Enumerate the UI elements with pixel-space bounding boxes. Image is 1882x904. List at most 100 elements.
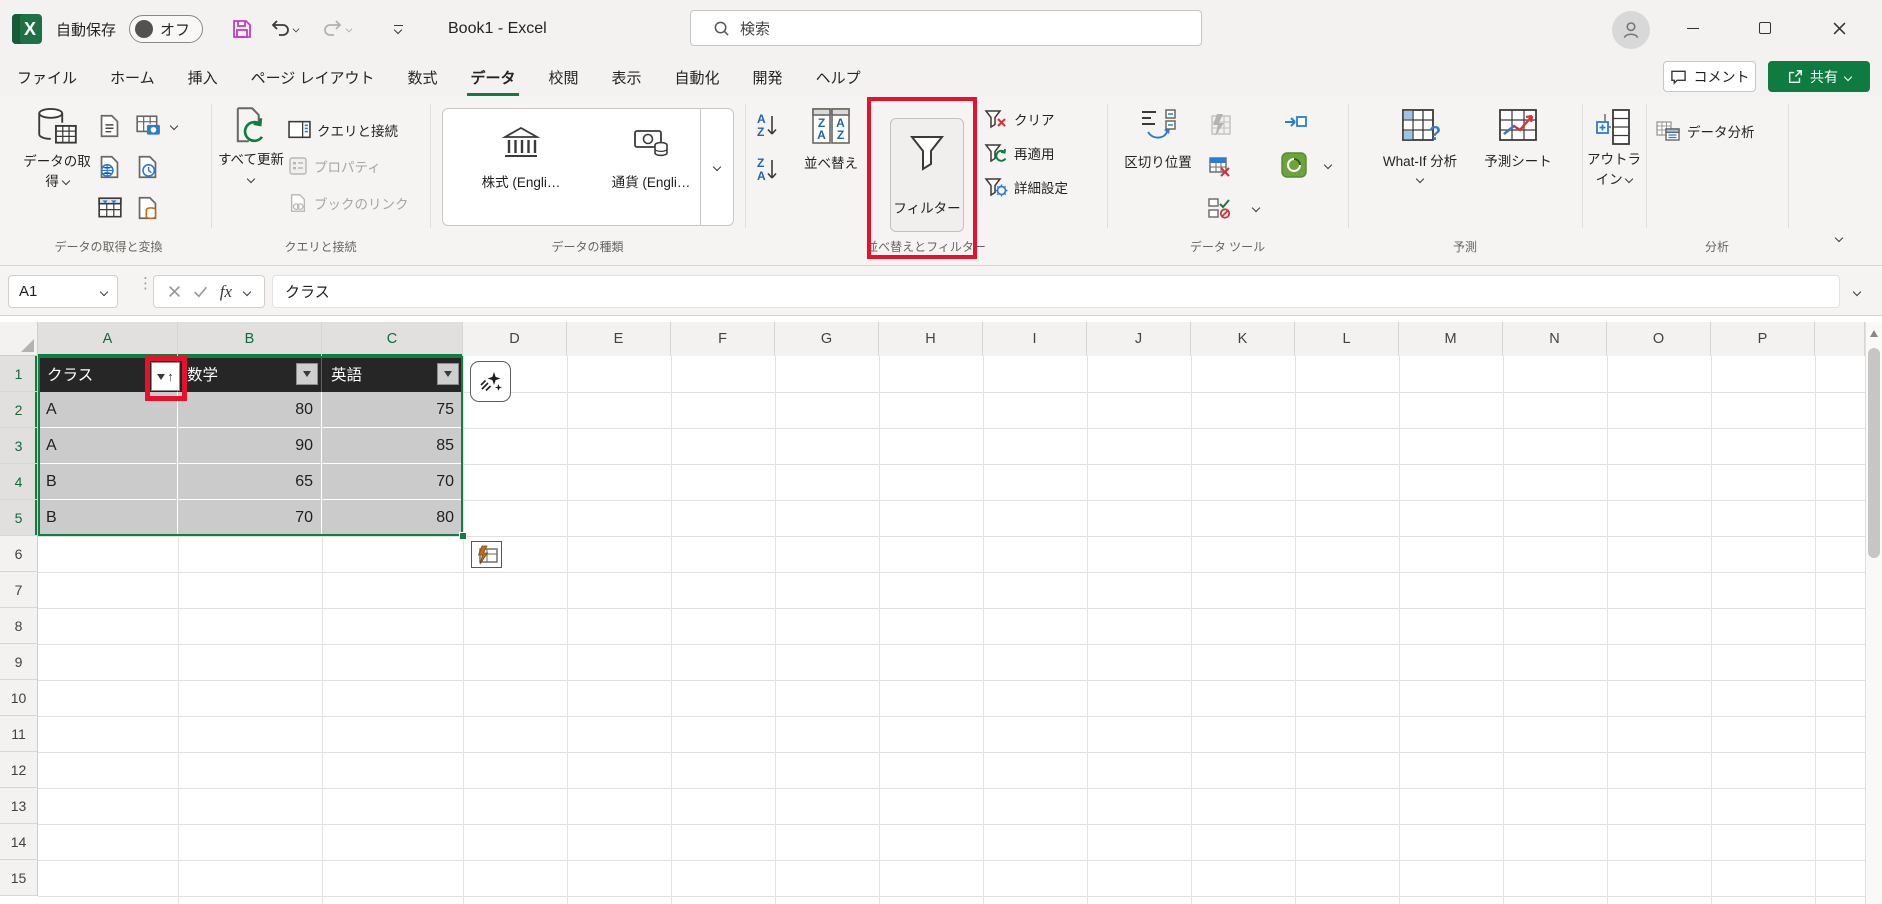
- undo-button[interactable]: [263, 15, 305, 43]
- cell-B2[interactable]: 80: [178, 392, 322, 428]
- name-box[interactable]: A1: [8, 275, 118, 308]
- row-header-8[interactable]: 8: [0, 608, 38, 644]
- column-header-C[interactable]: C: [322, 322, 463, 356]
- row-header-9[interactable]: 9: [0, 644, 38, 680]
- workbook-links-button[interactable]: ブックのリンク: [288, 192, 409, 214]
- share-button[interactable]: 共有: [1768, 61, 1870, 92]
- column-header-P[interactable]: P: [1711, 322, 1815, 356]
- tab-開発[interactable]: 開発: [750, 58, 786, 96]
- row-header-13[interactable]: 13: [0, 788, 38, 824]
- clear-filter-button[interactable]: クリア: [984, 108, 1055, 130]
- column-header-N[interactable]: N: [1503, 322, 1607, 356]
- cell-C5[interactable]: 80: [322, 500, 463, 536]
- recent-sources-button[interactable]: [135, 154, 160, 180]
- stocks-data-type[interactable]: 株式 (Engli…: [461, 123, 581, 191]
- tab-校閲[interactable]: 校閲: [546, 58, 582, 96]
- cell-B4[interactable]: 65: [178, 464, 322, 500]
- forecast-sheet-button[interactable]: 予測シート: [1482, 106, 1554, 172]
- get-data-button[interactable]: データの取得: [20, 104, 94, 191]
- column-header-H[interactable]: H: [879, 322, 983, 356]
- row-header-10[interactable]: 10: [0, 680, 38, 716]
- text-to-columns-button[interactable]: 区切り位置: [1116, 106, 1200, 173]
- row-header-5[interactable]: 5: [0, 500, 38, 536]
- currency-data-type[interactable]: 通貨 (Engli…: [591, 123, 711, 191]
- customize-quick-access-button[interactable]: [383, 15, 413, 43]
- cell-B3[interactable]: 90: [178, 428, 322, 464]
- tab-ヘルプ[interactable]: ヘルプ: [813, 58, 864, 96]
- vertical-scrollbar[interactable]: [1865, 322, 1882, 904]
- select-all-corner[interactable]: [0, 322, 38, 356]
- filter-dropdown-B1[interactable]: [296, 363, 318, 385]
- tab-データ[interactable]: データ: [467, 58, 518, 96]
- minimize-button[interactable]: [1670, 0, 1716, 56]
- confirm-entry-icon[interactable]: [193, 285, 208, 298]
- row-header-12[interactable]: 12: [0, 752, 38, 788]
- tab-数式[interactable]: 数式: [404, 58, 440, 96]
- insert-function-icon[interactable]: fx: [220, 282, 232, 302]
- column-header-G[interactable]: G: [775, 322, 879, 356]
- autosave-toggle[interactable]: オフ: [129, 0, 203, 58]
- cell-A3[interactable]: A: [38, 428, 178, 464]
- excel-app-icon[interactable]: X: [12, 14, 42, 44]
- sort-ascending-button[interactable]: AZ: [757, 110, 791, 142]
- tab-ページ レイアウト[interactable]: ページ レイアウト: [248, 58, 378, 96]
- analyze-selection-button[interactable]: [470, 361, 511, 402]
- column-header-I[interactable]: I: [983, 322, 1087, 356]
- data-validation-button[interactable]: [1207, 196, 1259, 220]
- column-header-K[interactable]: K: [1191, 322, 1295, 356]
- cell-A4[interactable]: B: [38, 464, 178, 500]
- cell-C4[interactable]: 70: [322, 464, 463, 500]
- remove-duplicates-button[interactable]: [1207, 154, 1233, 180]
- comments-button[interactable]: コメント: [1663, 61, 1756, 92]
- from-picture-button[interactable]: [135, 113, 177, 139]
- column-header-O[interactable]: O: [1607, 322, 1711, 356]
- close-button[interactable]: [1816, 0, 1862, 56]
- quick-analysis-button[interactable]: [471, 541, 502, 568]
- formula-bar-splitter[interactable]: ⋮: [138, 280, 153, 287]
- advanced-filter-button[interactable]: 詳細設定: [984, 176, 1068, 198]
- column-header-F[interactable]: F: [671, 322, 775, 356]
- row-header-3[interactable]: 3: [0, 428, 38, 464]
- scrollbar-thumb[interactable]: [1868, 348, 1880, 558]
- cell-B5[interactable]: 70: [178, 500, 322, 536]
- from-text-csv-button[interactable]: [97, 113, 122, 139]
- manage-data-model-button[interactable]: [1279, 150, 1331, 180]
- scroll-up-icon[interactable]: [1870, 330, 1878, 337]
- row-header-7[interactable]: 7: [0, 572, 38, 608]
- column-header-M[interactable]: M: [1399, 322, 1503, 356]
- sort-button[interactable]: ZAAZ 並べ替え: [798, 106, 864, 174]
- outline-button[interactable]: アウトライン: [1586, 106, 1642, 189]
- existing-connections-button[interactable]: [135, 195, 160, 221]
- reapply-filter-button[interactable]: 再適用: [984, 142, 1055, 164]
- column-header-J[interactable]: J: [1087, 322, 1191, 356]
- refresh-all-button[interactable]: すべて更新: [218, 104, 284, 189]
- column-header-B[interactable]: B: [178, 322, 322, 356]
- cell-C3[interactable]: 85: [322, 428, 463, 464]
- search-input[interactable]: 検索: [690, 10, 1202, 46]
- data-analysis-button[interactable]: データ分析: [1656, 120, 1755, 142]
- filter-dropdown-C1[interactable]: [437, 363, 459, 385]
- maximize-button[interactable]: [1742, 0, 1788, 56]
- flash-fill-button[interactable]: [1207, 112, 1233, 138]
- tab-ホーム[interactable]: ホーム: [107, 58, 158, 96]
- from-web-button[interactable]: [97, 154, 122, 180]
- cell-A5[interactable]: B: [38, 500, 178, 536]
- row-header-11[interactable]: 11: [0, 716, 38, 752]
- redo-button[interactable]: [316, 15, 358, 43]
- column-header-A[interactable]: A: [38, 322, 178, 356]
- from-table-range-button[interactable]: [97, 195, 123, 221]
- column-header-E[interactable]: E: [567, 322, 671, 356]
- tab-表示[interactable]: 表示: [609, 58, 645, 96]
- formula-input[interactable]: クラス: [272, 275, 1840, 308]
- row-header-4[interactable]: 4: [0, 464, 38, 500]
- account-avatar[interactable]: [1612, 11, 1650, 49]
- row-header-14[interactable]: 14: [0, 824, 38, 860]
- cancel-entry-icon[interactable]: [168, 285, 181, 298]
- row-header-1[interactable]: 1: [0, 356, 38, 392]
- expand-formula-bar-button[interactable]: [1854, 284, 1860, 302]
- row-header-6[interactable]: 6: [0, 536, 38, 572]
- collapse-ribbon-button[interactable]: [1836, 230, 1842, 248]
- queries-connections-button[interactable]: クエリと接続: [288, 120, 398, 140]
- column-header-D[interactable]: D: [463, 322, 567, 356]
- column-header-L[interactable]: L: [1295, 322, 1399, 356]
